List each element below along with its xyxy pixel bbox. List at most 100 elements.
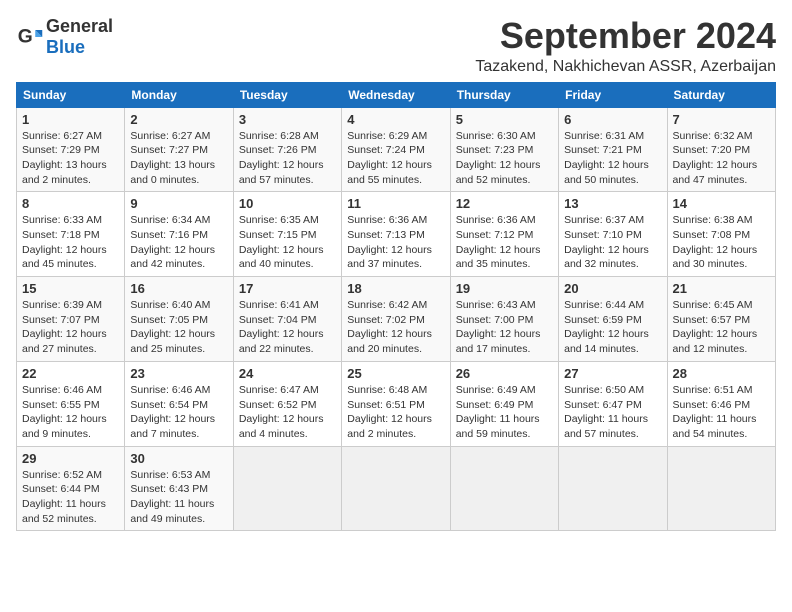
- day-info: Sunrise: 6:46 AMSunset: 6:54 PMDaylight:…: [130, 383, 227, 442]
- calendar-cell: 12 Sunrise: 6:36 AMSunset: 7:12 PMDayligh…: [450, 192, 558, 277]
- calendar-week-5: 29 Sunrise: 6:52 AMSunset: 6:44 PMDayligh…: [17, 446, 776, 531]
- calendar-cell: 3Sunrise: 6:28 AMSunset: 7:26 PMDaylight…: [233, 107, 341, 192]
- weekday-header-friday: Friday: [559, 82, 667, 107]
- day-number: 2: [130, 112, 227, 127]
- day-info: Sunrise: 6:46 AMSunset: 6:55 PMDaylight:…: [22, 383, 119, 442]
- calendar-cell: 28 Sunrise: 6:51 AMSunset: 6:46 PMDayligh…: [667, 361, 775, 446]
- calendar-cell: [233, 446, 341, 531]
- calendar-cell: 22 Sunrise: 6:46 AMSunset: 6:55 PMDayligh…: [17, 361, 125, 446]
- day-info: Sunrise: 6:37 AMSunset: 7:10 PMDaylight:…: [564, 213, 661, 272]
- weekday-header-monday: Monday: [125, 82, 233, 107]
- calendar-cell: 9Sunrise: 6:34 AMSunset: 7:16 PMDaylight…: [125, 192, 233, 277]
- day-number: 17: [239, 281, 336, 296]
- day-info: Sunrise: 6:33 AMSunset: 7:18 PMDaylight:…: [22, 213, 119, 272]
- day-info: Sunrise: 6:32 AMSunset: 7:20 PMDaylight:…: [673, 129, 770, 188]
- calendar-cell: 29 Sunrise: 6:52 AMSunset: 6:44 PMDayligh…: [17, 446, 125, 531]
- calendar-cell: 5 Sunrise: 6:30 AMSunset: 7:23 PMDaylight…: [450, 107, 558, 192]
- weekday-header-sunday: Sunday: [17, 82, 125, 107]
- day-number: 21: [673, 281, 770, 296]
- day-number: 28: [673, 366, 770, 381]
- day-number: 3: [239, 112, 336, 127]
- calendar-cell: 17 Sunrise: 6:41 AMSunset: 7:04 PMDayligh…: [233, 277, 341, 362]
- day-info: Sunrise: 6:49 AMSunset: 6:49 PMDaylight:…: [456, 383, 553, 442]
- calendar-cell: 8 Sunrise: 6:33 AMSunset: 7:18 PMDaylight…: [17, 192, 125, 277]
- calendar-cell: 11 Sunrise: 6:36 AMSunset: 7:13 PMDayligh…: [342, 192, 450, 277]
- day-info: Sunrise: 6:36 AMSunset: 7:12 PMDaylight:…: [456, 213, 553, 272]
- calendar-week-3: 15 Sunrise: 6:39 AMSunset: 7:07 PMDayligh…: [17, 277, 776, 362]
- calendar-cell: 27 Sunrise: 6:50 AMSunset: 6:47 PMDayligh…: [559, 361, 667, 446]
- calendar-cell: 19 Sunrise: 6:43 AMSunset: 7:00 PMDayligh…: [450, 277, 558, 362]
- day-number: 6: [564, 112, 661, 127]
- day-number: 29: [22, 451, 119, 466]
- day-number: 16: [130, 281, 227, 296]
- calendar-cell: 7 Sunrise: 6:32 AMSunset: 7:20 PMDaylight…: [667, 107, 775, 192]
- day-number: 26: [456, 366, 553, 381]
- calendar-cell: 16 Sunrise: 6:40 AMSunset: 7:05 PMDayligh…: [125, 277, 233, 362]
- day-info: Sunrise: 6:52 AMSunset: 6:44 PMDaylight:…: [22, 468, 119, 527]
- calendar-cell: 25Sunrise: 6:48 AMSunset: 6:51 PMDayligh…: [342, 361, 450, 446]
- day-number: 14: [673, 196, 770, 211]
- location-text: Tazakend, Nakhichevan ASSR, Azerbaijan: [475, 58, 776, 76]
- calendar-cell: 6Sunrise: 6:31 AMSunset: 7:21 PMDaylight…: [559, 107, 667, 192]
- day-info: Sunrise: 6:38 AMSunset: 7:08 PMDaylight:…: [673, 213, 770, 272]
- day-info: Sunrise: 6:36 AMSunset: 7:13 PMDaylight:…: [347, 213, 444, 272]
- logo-general-text: General: [46, 16, 113, 36]
- day-info: Sunrise: 6:34 AMSunset: 7:16 PMDaylight:…: [130, 213, 227, 272]
- day-number: 23: [130, 366, 227, 381]
- calendar-week-2: 8 Sunrise: 6:33 AMSunset: 7:18 PMDaylight…: [17, 192, 776, 277]
- calendar-cell: 24 Sunrise: 6:47 AMSunset: 6:52 PMDayligh…: [233, 361, 341, 446]
- day-info: Sunrise: 6:51 AMSunset: 6:46 PMDaylight:…: [673, 383, 770, 442]
- day-number: 8: [22, 196, 119, 211]
- svg-text:G: G: [18, 26, 33, 47]
- day-number: 24: [239, 366, 336, 381]
- day-number: 10: [239, 196, 336, 211]
- day-number: 5: [456, 112, 553, 127]
- logo: G General Blue: [16, 16, 113, 58]
- logo-blue-text: Blue: [46, 37, 85, 57]
- calendar-cell: [450, 446, 558, 531]
- calendar-week-1: 1 Sunrise: 6:27 AMSunset: 7:29 PMDaylight…: [17, 107, 776, 192]
- day-info: Sunrise: 6:27 AMSunset: 7:29 PMDaylight:…: [22, 129, 119, 188]
- calendar-cell: 4 Sunrise: 6:29 AMSunset: 7:24 PMDaylight…: [342, 107, 450, 192]
- day-number: 1: [22, 112, 119, 127]
- day-info: Sunrise: 6:27 AMSunset: 7:27 PMDaylight:…: [130, 129, 227, 188]
- day-number: 15: [22, 281, 119, 296]
- day-info: Sunrise: 6:42 AMSunset: 7:02 PMDaylight:…: [347, 298, 444, 357]
- calendar-cell: 10 Sunrise: 6:35 AMSunset: 7:15 PMDayligh…: [233, 192, 341, 277]
- page-header: G General Blue September 2024 Tazakend, …: [16, 16, 776, 76]
- weekday-header-saturday: Saturday: [667, 82, 775, 107]
- day-info: Sunrise: 6:47 AMSunset: 6:52 PMDaylight:…: [239, 383, 336, 442]
- weekday-header-tuesday: Tuesday: [233, 82, 341, 107]
- day-number: 4: [347, 112, 444, 127]
- day-number: 22: [22, 366, 119, 381]
- calendar-cell: 30Sunrise: 6:53 AMSunset: 6:43 PMDayligh…: [125, 446, 233, 531]
- day-info: Sunrise: 6:50 AMSunset: 6:47 PMDaylight:…: [564, 383, 661, 442]
- day-number: 7: [673, 112, 770, 127]
- calendar-cell: 23 Sunrise: 6:46 AMSunset: 6:54 PMDayligh…: [125, 361, 233, 446]
- day-info: Sunrise: 6:39 AMSunset: 7:07 PMDaylight:…: [22, 298, 119, 357]
- calendar-cell: 26 Sunrise: 6:49 AMSunset: 6:49 PMDayligh…: [450, 361, 558, 446]
- calendar-header-row: SundayMondayTuesdayWednesdayThursdayFrid…: [17, 82, 776, 107]
- day-info: Sunrise: 6:40 AMSunset: 7:05 PMDaylight:…: [130, 298, 227, 357]
- day-info: Sunrise: 6:41 AMSunset: 7:04 PMDaylight:…: [239, 298, 336, 357]
- day-number: 30: [130, 451, 227, 466]
- day-number: 19: [456, 281, 553, 296]
- day-info: Sunrise: 6:35 AMSunset: 7:15 PMDaylight:…: [239, 213, 336, 272]
- day-info: Sunrise: 6:30 AMSunset: 7:23 PMDaylight:…: [456, 129, 553, 188]
- calendar-cell: 2 Sunrise: 6:27 AMSunset: 7:27 PMDaylight…: [125, 107, 233, 192]
- calendar-cell: 20Sunrise: 6:44 AMSunset: 6:59 PMDayligh…: [559, 277, 667, 362]
- day-number: 27: [564, 366, 661, 381]
- calendar-week-4: 22 Sunrise: 6:46 AMSunset: 6:55 PMDayligh…: [17, 361, 776, 446]
- day-number: 12: [456, 196, 553, 211]
- day-number: 11: [347, 196, 444, 211]
- day-info: Sunrise: 6:29 AMSunset: 7:24 PMDaylight:…: [347, 129, 444, 188]
- day-number: 13: [564, 196, 661, 211]
- calendar-cell: [342, 446, 450, 531]
- calendar-cell: [559, 446, 667, 531]
- calendar-cell: [667, 446, 775, 531]
- month-title: September 2024: [475, 16, 776, 56]
- day-info: Sunrise: 6:43 AMSunset: 7:00 PMDaylight:…: [456, 298, 553, 357]
- calendar-cell: 18Sunrise: 6:42 AMSunset: 7:02 PMDayligh…: [342, 277, 450, 362]
- calendar-cell: 14 Sunrise: 6:38 AMSunset: 7:08 PMDayligh…: [667, 192, 775, 277]
- title-block: September 2024 Tazakend, Nakhichevan ASS…: [475, 16, 776, 76]
